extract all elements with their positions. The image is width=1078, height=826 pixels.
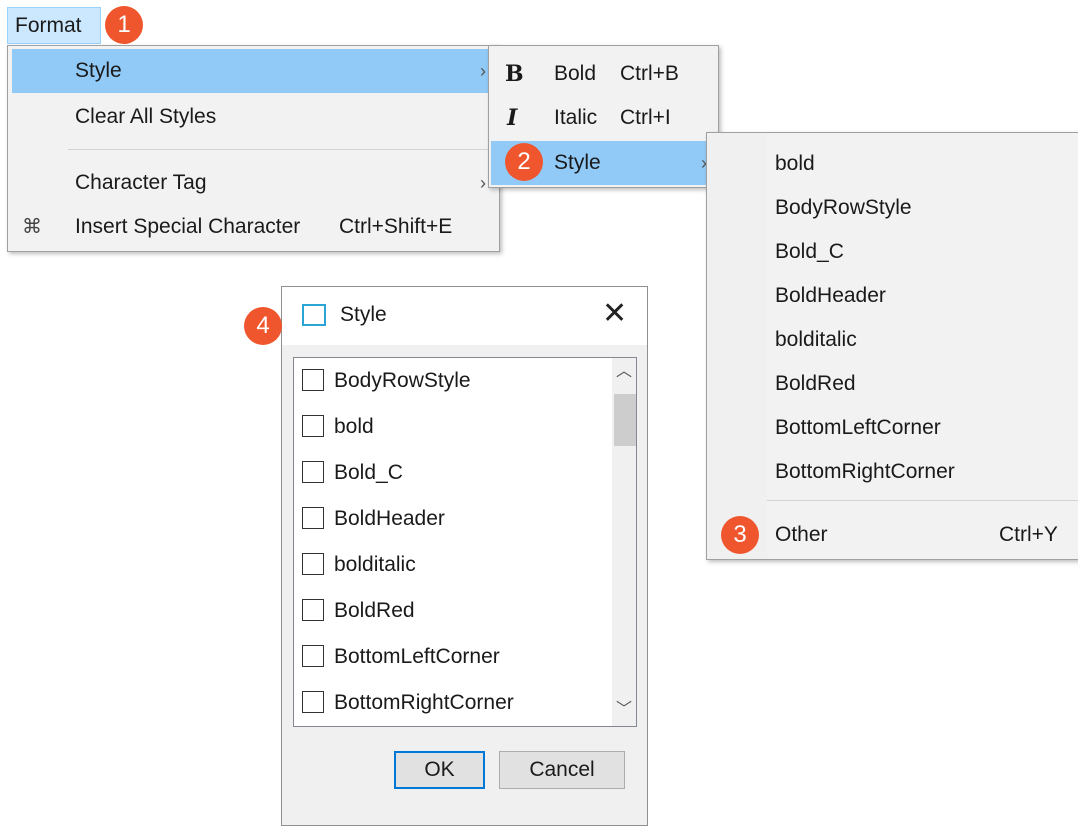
list-item-label: BoldRed bbox=[334, 599, 415, 622]
styles-menu-item-label: BoldRed bbox=[775, 372, 856, 395]
special-character-icon: ⌘ bbox=[22, 216, 42, 238]
styles-menu-item-label: bolditalic bbox=[775, 328, 857, 351]
menu-format-label: Format bbox=[15, 14, 82, 37]
styles-menu-item-label: BodyRowStyle bbox=[775, 196, 912, 219]
styles-menu-item[interactable]: BoldHeader bbox=[711, 274, 1078, 318]
checkbox[interactable] bbox=[302, 645, 324, 667]
checkbox[interactable] bbox=[302, 507, 324, 529]
style-dialog: Style ✕ BodyRowStyle bold Bold_C BoldHea… bbox=[281, 286, 648, 826]
menu-item-insert-special-character-label: Insert Special Character bbox=[75, 215, 301, 238]
menu-item-other-label: Other bbox=[775, 523, 828, 546]
styles-menu-item[interactable]: Bold_C bbox=[711, 230, 1078, 274]
styles-menu-item[interactable]: BottomLeftCorner bbox=[711, 406, 1078, 450]
menu-item-style-label: Style bbox=[75, 59, 122, 82]
dialog-title-bar[interactable]: Style ✕ bbox=[282, 287, 647, 345]
menu-item-character-tag-label: Character Tag bbox=[75, 171, 207, 194]
callout-1: 1 bbox=[105, 6, 143, 44]
menu-item-italic-shortcut: Ctrl+I bbox=[620, 106, 671, 129]
chevron-right-icon: › bbox=[480, 61, 486, 81]
callout-2: 2 bbox=[505, 143, 543, 181]
list-item-label: Bold_C bbox=[334, 461, 403, 484]
chevron-right-icon: › bbox=[480, 173, 486, 193]
styles-menu-item-label: BottomRightCorner bbox=[775, 460, 955, 483]
format-menu: Style › Clear All Styles Character Tag ›… bbox=[7, 45, 500, 252]
menu-item-other[interactable]: Other Ctrl+Y bbox=[711, 513, 1078, 557]
scroll-thumb[interactable] bbox=[614, 394, 636, 446]
list-item-label: bold bbox=[334, 415, 374, 438]
menu-item-bold-shortcut: Ctrl+B bbox=[620, 62, 679, 85]
checkbox[interactable] bbox=[302, 369, 324, 391]
styles-menu-item-label: BottomLeftCorner bbox=[775, 416, 941, 439]
close-icon[interactable]: ✕ bbox=[602, 299, 627, 329]
menu-format[interactable]: Format bbox=[7, 7, 101, 44]
list-item-label: BottomRightCorner bbox=[334, 691, 514, 714]
style-listbox[interactable]: BodyRowStyle bold Bold_C BoldHeader bold… bbox=[293, 357, 637, 727]
styles-menu-item-label: bold bbox=[775, 152, 815, 175]
menu-item-character-tag[interactable]: Character Tag › bbox=[12, 161, 497, 205]
checkbox[interactable] bbox=[302, 599, 324, 621]
menu-item-bold-label: Bold bbox=[554, 62, 597, 85]
menu-item-italic-label: Italic bbox=[554, 106, 598, 129]
callout-4: 4 bbox=[244, 307, 282, 345]
menu-separator bbox=[68, 149, 493, 150]
menu-item-bold[interactable]: B Bold Ctrl+B bbox=[491, 52, 716, 96]
style-dialog-icon bbox=[302, 304, 326, 326]
menu-separator bbox=[767, 500, 1078, 501]
menu-item-style[interactable]: Style › bbox=[12, 49, 497, 93]
menu-item-insert-special-character-shortcut: Ctrl+Shift+E bbox=[339, 215, 453, 238]
styles-menu: bold BodyRowStyle Bold_C BoldHeader bold… bbox=[706, 132, 1078, 560]
list-item-label: BottomLeftCorner bbox=[334, 645, 500, 668]
list-item-label: BodyRowStyle bbox=[334, 369, 471, 392]
chevron-up-icon[interactable]: ︿ bbox=[612, 360, 636, 384]
menu-item-style-sub-label: Style bbox=[554, 151, 601, 174]
menu-item-other-shortcut: Ctrl+Y bbox=[999, 523, 1058, 546]
ok-button[interactable]: OK bbox=[394, 751, 485, 789]
checkbox[interactable] bbox=[302, 415, 324, 437]
styles-menu-item[interactable]: bolditalic bbox=[711, 318, 1078, 362]
styles-menu-item-label: Bold_C bbox=[775, 240, 844, 263]
dialog-title: Style bbox=[340, 303, 387, 326]
vertical-scrollbar[interactable]: ︿ ﹀ bbox=[612, 358, 636, 726]
styles-menu-item[interactable]: BodyRowStyle bbox=[711, 186, 1078, 230]
callout-3: 3 bbox=[721, 516, 759, 554]
styles-menu-item[interactable]: BottomRightCorner bbox=[711, 450, 1078, 494]
menu-item-insert-special-character[interactable]: ⌘ Insert Special Character Ctrl+Shift+E bbox=[12, 205, 497, 249]
checkbox[interactable] bbox=[302, 461, 324, 483]
styles-menu-item[interactable]: BoldRed bbox=[711, 362, 1078, 406]
checkbox[interactable] bbox=[302, 691, 324, 713]
styles-menu-item[interactable]: bold bbox=[711, 142, 1078, 186]
checkbox[interactable] bbox=[302, 553, 324, 575]
italic-icon: I bbox=[507, 105, 518, 131]
chevron-down-icon[interactable]: ﹀ bbox=[612, 698, 636, 722]
bold-icon: B bbox=[505, 61, 524, 87]
cancel-button[interactable]: Cancel bbox=[499, 751, 625, 789]
styles-menu-item-label: BoldHeader bbox=[775, 284, 886, 307]
menu-item-clear-all-styles-label: Clear All Styles bbox=[75, 105, 217, 128]
menu-item-italic[interactable]: I Italic Ctrl+I bbox=[491, 96, 716, 140]
menu-item-clear-all-styles[interactable]: Clear All Styles bbox=[12, 95, 497, 139]
list-item-label: BoldHeader bbox=[334, 507, 445, 530]
list-item-label: bolditalic bbox=[334, 553, 416, 576]
